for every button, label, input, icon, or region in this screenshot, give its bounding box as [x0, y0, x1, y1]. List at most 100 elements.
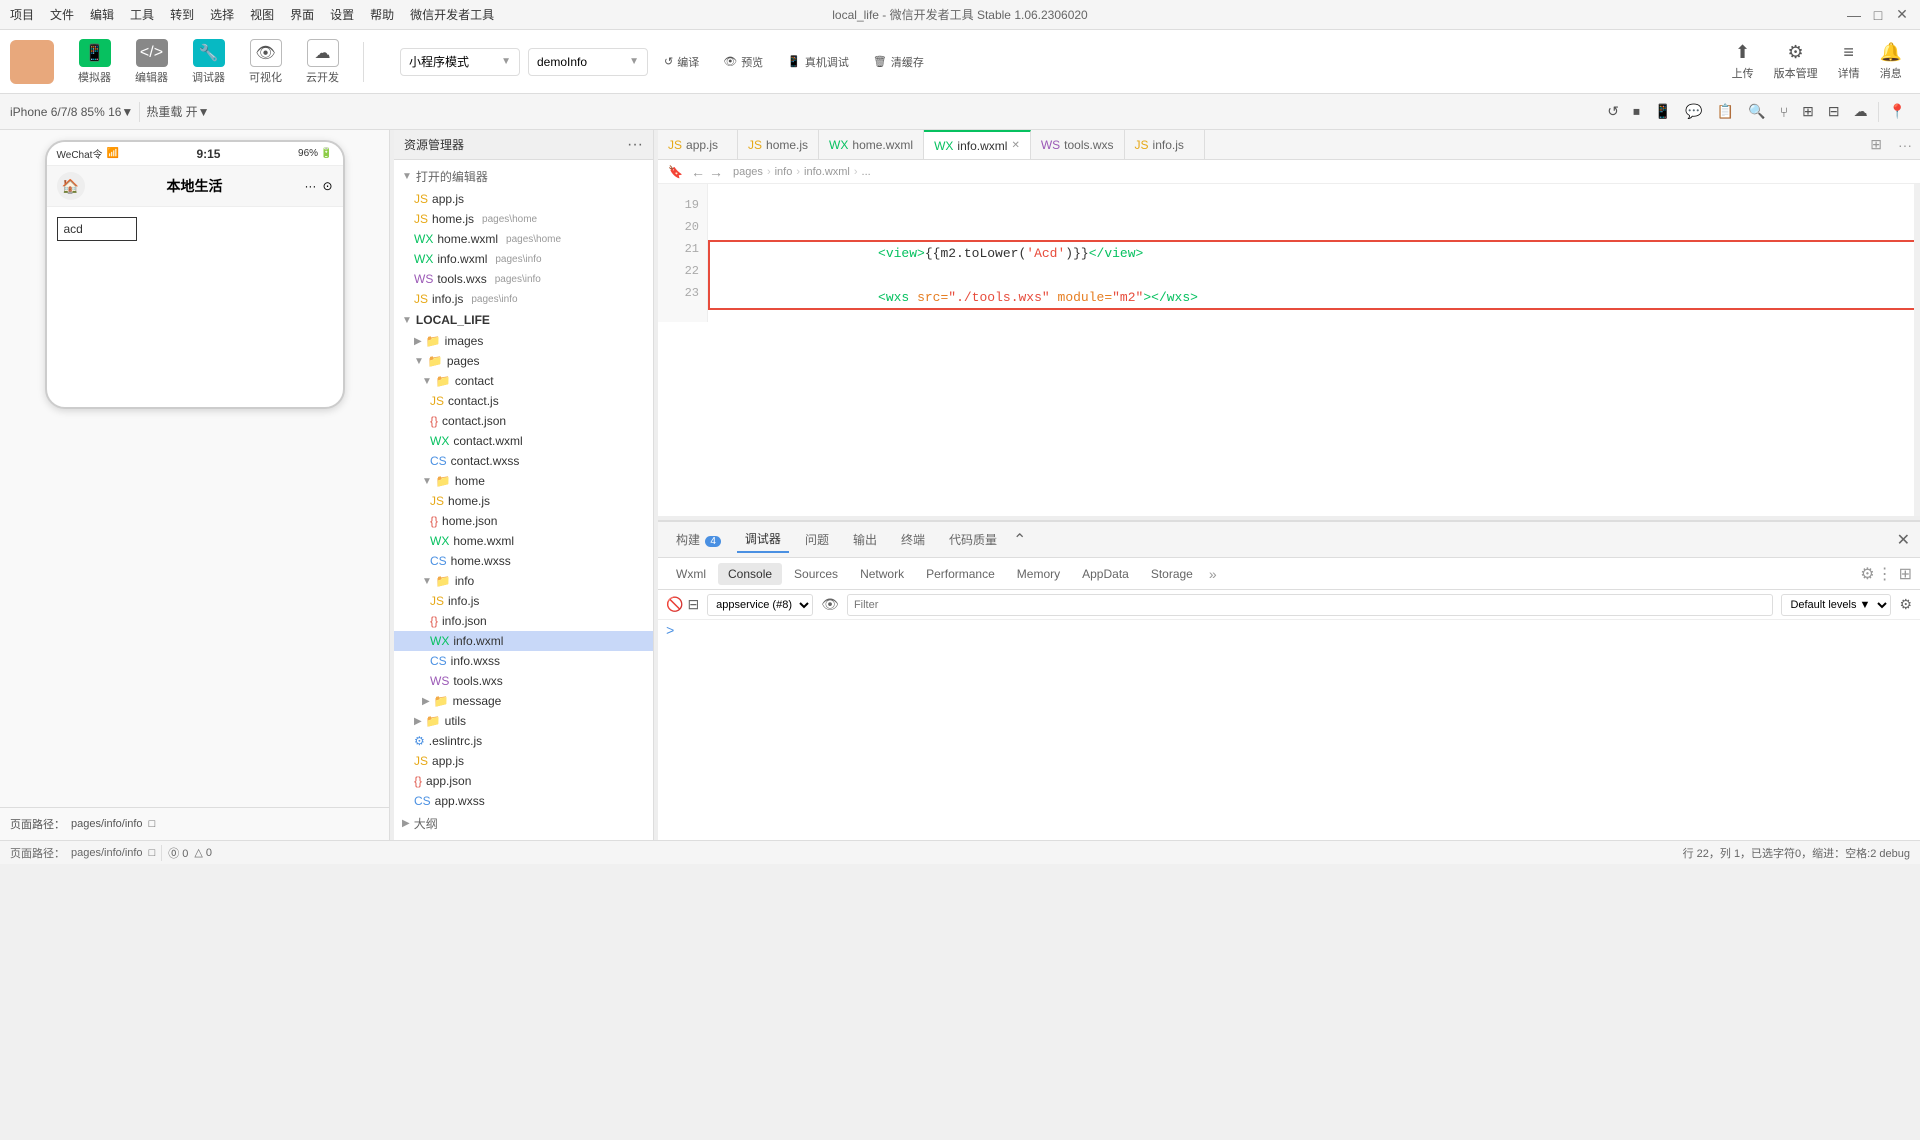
- editor-split-icon[interactable]: ···: [1890, 130, 1920, 159]
- tab-info-js[interactable]: JS info.js: [1125, 130, 1205, 159]
- list-item[interactable]: ▼ 📁 pages: [394, 351, 653, 371]
- mode-select[interactable]: 小程序模式 ▼: [400, 48, 520, 76]
- location-icon[interactable]: 📍: [1885, 101, 1910, 122]
- nav-forward-icon[interactable]: →: [709, 164, 723, 180]
- cloud-button[interactable]: ☁ 云开发: [298, 35, 347, 89]
- tab-home-wxml[interactable]: WX home.wxml: [819, 130, 924, 159]
- tab-close-icon[interactable]: ✕: [1011, 140, 1019, 151]
- filetree-more-icon[interactable]: ···: [627, 136, 643, 154]
- dock-icon[interactable]: ⊞: [1899, 564, 1912, 584]
- menu-item-edit[interactable]: 编辑: [90, 6, 114, 23]
- list-item[interactable]: ▼ 📁 contact: [394, 371, 653, 391]
- phone-home-button[interactable]: 🏠: [57, 172, 85, 200]
- upload-button[interactable]: ⬆ 上传: [1724, 38, 1762, 85]
- list-item[interactable]: WS tools.wxs: [394, 671, 653, 691]
- list-item[interactable]: CS info.wxss: [394, 651, 653, 671]
- tab-wxml[interactable]: Wxml: [666, 563, 716, 585]
- list-item[interactable]: JS info.js pages\info: [394, 289, 653, 309]
- list-item[interactable]: {} home.json: [394, 511, 653, 531]
- phone-more-icon[interactable]: ···: [304, 179, 316, 193]
- debug-button[interactable]: 🔧 调试器: [184, 35, 233, 89]
- menu-item-goto[interactable]: 转到: [170, 6, 194, 23]
- close-devtools-icon[interactable]: ✕: [1897, 530, 1910, 550]
- hotreload-label[interactable]: 热重载 开▼: [146, 103, 209, 120]
- project-select[interactable]: demoInfo ▼: [528, 48, 648, 76]
- code-area[interactable]: 19 20 21 22 23 <view>{{m2.toLower('Acd')…: [658, 184, 1920, 516]
- tab-memory[interactable]: Memory: [1007, 563, 1070, 585]
- eye-icon[interactable]: 👁: [821, 596, 839, 613]
- visual-button[interactable]: 👁 可视化: [241, 35, 290, 89]
- nav-back-icon[interactable]: ←: [691, 164, 705, 180]
- editor-more-icon[interactable]: ⊞: [1862, 130, 1890, 159]
- list-item[interactable]: ▶ 📁 utils: [394, 711, 653, 731]
- tab-appdata[interactable]: AppData: [1072, 563, 1139, 585]
- list-item[interactable]: {} info.json: [394, 611, 653, 631]
- console-prompt-icon[interactable]: >: [666, 624, 674, 640]
- list-item[interactable]: JS home.js: [394, 491, 653, 511]
- list-item[interactable]: ▼ 📁 info: [394, 571, 653, 591]
- list-item[interactable]: {} contact.json: [394, 411, 653, 431]
- second-toolbar-right[interactable]: ↺ ⏹ 📱 💬 📋 🔍 ⑂ ⊞ ⊟ ☁ 📍: [1603, 101, 1910, 122]
- phone-camera-icon[interactable]: ⊙: [322, 179, 332, 193]
- menu-item-settings[interactable]: 设置: [330, 6, 354, 23]
- project-section[interactable]: ▼ LOCAL_LIFE: [394, 309, 653, 331]
- tab-performance[interactable]: Performance: [916, 563, 1005, 585]
- tab-tools-wxs[interactable]: WS tools.wxs: [1031, 130, 1125, 159]
- tab-terminal[interactable]: 终端: [893, 527, 933, 552]
- split-icon[interactable]: ⊟: [1824, 101, 1844, 122]
- gear-icon[interactable]: ⚙: [1899, 596, 1912, 613]
- close-button[interactable]: ✕: [1894, 7, 1910, 23]
- list-item[interactable]: CS contact.wxss: [394, 451, 653, 471]
- tab-codequality[interactable]: 代码质量: [941, 527, 1005, 552]
- list-item[interactable]: ▼ 📁 home: [394, 471, 653, 491]
- list-item[interactable]: JS contact.js: [394, 391, 653, 411]
- clearcache-button[interactable]: 🗑 清缓存: [865, 50, 932, 74]
- list-item[interactable]: JS info.js: [394, 591, 653, 611]
- menu-item-select[interactable]: 选择: [210, 6, 234, 23]
- preview-button[interactable]: 👁 预览: [715, 50, 771, 74]
- grid-icon[interactable]: ⊞: [1798, 101, 1818, 122]
- realdev-button[interactable]: 📱 真机调试: [779, 50, 857, 74]
- simulator-button[interactable]: 📱 模拟器: [70, 35, 119, 89]
- more-options-icon[interactable]: ⋮: [1877, 564, 1893, 584]
- menu-item-interface[interactable]: 界面: [290, 6, 314, 23]
- details-button[interactable]: ≡ 详情: [1830, 38, 1868, 85]
- open-editors-section[interactable]: ▼ 打开的编辑器: [394, 164, 653, 189]
- list-item[interactable]: WX home.wxml: [394, 531, 653, 551]
- menu-item-file[interactable]: 文件: [50, 6, 74, 23]
- maximize-button[interactable]: □: [1870, 7, 1886, 23]
- cloud2-icon[interactable]: ☁: [1850, 101, 1872, 122]
- tab-info-wxml[interactable]: WX info.wxml ✕: [924, 130, 1031, 159]
- tab-sources[interactable]: Sources: [784, 563, 848, 585]
- menu-item-help[interactable]: 帮助: [370, 6, 394, 23]
- devtools-console[interactable]: >: [658, 620, 1920, 840]
- refresh-icon[interactable]: ↺: [1603, 101, 1623, 122]
- prohibit-icon[interactable]: 🚫: [666, 596, 683, 613]
- list-item[interactable]: WX contact.wxml: [394, 431, 653, 451]
- list-item[interactable]: WX info.wxml: [394, 631, 653, 651]
- version-button[interactable]: ⚙ 版本管理: [1766, 38, 1826, 85]
- copy-icon[interactable]: 📋: [1713, 101, 1738, 122]
- filter-toggle-icon[interactable]: ⊟: [687, 596, 699, 613]
- list-item[interactable]: WS tools.wxs pages\info: [394, 269, 653, 289]
- message-button[interactable]: 🔔 消息: [1872, 38, 1910, 85]
- list-item[interactable]: ▶ 📁 images: [394, 331, 653, 351]
- outline-section[interactable]: ▶ 大纲: [394, 811, 653, 836]
- tab-console[interactable]: Console: [718, 563, 782, 585]
- list-item[interactable]: JS app.js: [394, 189, 653, 209]
- menu-item-view[interactable]: 视图: [250, 6, 274, 23]
- tab-build[interactable]: 构建 4: [668, 527, 729, 552]
- list-item[interactable]: JS home.js pages\home: [394, 209, 653, 229]
- settings-icon[interactable]: ⚙: [1860, 564, 1874, 584]
- list-item[interactable]: WX home.wxml pages\home: [394, 229, 653, 249]
- list-item[interactable]: CS home.wxss: [394, 551, 653, 571]
- list-item[interactable]: JS app.js: [394, 751, 653, 771]
- search-icon[interactable]: 🔍: [1744, 101, 1769, 122]
- more-tabs-icon[interactable]: »: [1209, 566, 1217, 582]
- menu-item-wechat[interactable]: 微信开发者工具: [410, 6, 494, 23]
- menu-item-tools[interactable]: 工具: [130, 6, 154, 23]
- tab-output[interactable]: 输出: [845, 527, 885, 552]
- menu-bar[interactable]: 项目 文件 编辑 工具 转到 选择 视图 界面 设置 帮助 微信开发者工具: [10, 6, 494, 23]
- list-item[interactable]: ▶ 📁 message: [394, 691, 653, 711]
- compile-button[interactable]: ↺ 编译: [656, 50, 707, 74]
